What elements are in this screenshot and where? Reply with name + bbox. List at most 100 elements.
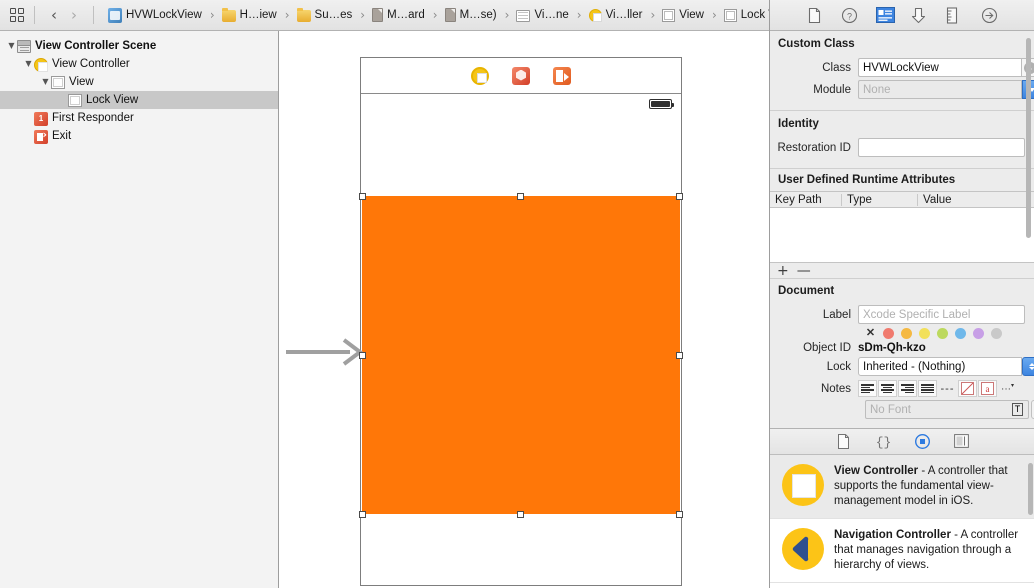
lock-stepper-button[interactable] bbox=[1022, 357, 1034, 376]
breadcrumb-item-2[interactable]: H…iew bbox=[220, 0, 279, 30]
align-right-icon[interactable] bbox=[898, 380, 917, 397]
attributes-inspector-icon[interactable] bbox=[911, 7, 928, 24]
swatch-color-6[interactable] bbox=[973, 328, 984, 339]
media-library-icon[interactable] bbox=[953, 434, 969, 449]
breadcrumb-item-4[interactable]: M…ard bbox=[370, 0, 427, 30]
library-item-2[interactable]: Navigation Controller - A controller tha… bbox=[770, 519, 1034, 583]
resize-handle-bottom-center[interactable] bbox=[517, 511, 524, 518]
library-scrollbar[interactable] bbox=[1028, 463, 1033, 515]
class-input[interactable] bbox=[858, 58, 1021, 77]
outline-item-view-controller[interactable]: ▼ View Controller bbox=[0, 55, 278, 73]
breadcrumb-label: M…ard bbox=[387, 9, 425, 21]
view-controller-icon[interactable] bbox=[471, 66, 489, 85]
resize-handle-middle-left[interactable] bbox=[359, 352, 366, 359]
notes-label: Notes bbox=[820, 382, 851, 395]
swatch-color-5[interactable] bbox=[955, 328, 966, 339]
breadcrumb-item-8[interactable]: View bbox=[660, 0, 706, 30]
breadcrumb-item-6[interactable]: Vi…ne bbox=[514, 0, 570, 30]
runtime-attributes-table[interactable] bbox=[770, 208, 1034, 263]
resize-handle-middle-right[interactable] bbox=[676, 352, 683, 359]
scene-dock[interactable] bbox=[361, 58, 681, 94]
swatch-clear-icon[interactable]: ✕ bbox=[865, 328, 876, 339]
svg-text:a: a bbox=[986, 384, 990, 394]
align-center-icon[interactable] bbox=[878, 380, 897, 397]
lock-select[interactable] bbox=[858, 357, 1034, 377]
document-outline-panel[interactable]: ▼ View Controller Scene ▼ View Controller ▼ V… bbox=[0, 31, 279, 588]
project-icon bbox=[108, 7, 122, 23]
disclosure-triangle-icon[interactable]: ▼ bbox=[23, 132, 34, 140]
class-combo[interactable] bbox=[858, 58, 1034, 77]
align-justify-icon[interactable] bbox=[918, 380, 937, 397]
outline-item-view[interactable]: ▼ View bbox=[0, 73, 278, 91]
object-library-icon[interactable] bbox=[914, 433, 930, 450]
text-color-icon[interactable]: a bbox=[978, 380, 997, 397]
resize-handle-top-right[interactable] bbox=[676, 193, 683, 200]
breadcrumb-label: View bbox=[679, 9, 704, 21]
label-color-swatches[interactable]: ✕ bbox=[770, 328, 1034, 339]
resize-handle-top-center[interactable] bbox=[517, 193, 524, 200]
storyboard-canvas[interactable] bbox=[280, 31, 768, 588]
breadcrumb-item-5[interactable]: M…se) bbox=[443, 0, 499, 30]
add-attribute-button[interactable]: + bbox=[777, 264, 789, 278]
breadcrumb-item-3[interactable]: Su…es bbox=[295, 0, 355, 30]
resize-handle-top-left[interactable] bbox=[359, 193, 366, 200]
breadcrumb-separator: › bbox=[432, 8, 438, 22]
view-controller-scene[interactable] bbox=[286, 57, 683, 586]
restoration-id-input[interactable] bbox=[858, 138, 1025, 157]
first-responder-icon[interactable] bbox=[512, 66, 530, 85]
lock-view[interactable] bbox=[362, 196, 680, 514]
swatch-color-7[interactable] bbox=[991, 328, 1002, 339]
notes-font-input[interactable] bbox=[865, 400, 1029, 419]
storyboard-entry-point-arrow[interactable] bbox=[286, 338, 364, 366]
disclosure-triangle-icon[interactable]: ▼ bbox=[6, 42, 17, 50]
breadcrumb-item-7[interactable]: Vi…ller bbox=[587, 0, 645, 30]
disclosure-triangle-icon[interactable]: ▼ bbox=[40, 78, 51, 86]
breadcrumb-item-1[interactable]: HVWLockView bbox=[106, 0, 204, 30]
divider bbox=[34, 6, 35, 24]
file-inspector-icon[interactable] bbox=[806, 7, 823, 24]
breadcrumb-label: Vi…ller bbox=[605, 9, 643, 21]
outline-item-view-controller-scene[interactable]: ▼ View Controller Scene bbox=[0, 37, 278, 55]
resize-handle-bottom-right[interactable] bbox=[676, 511, 683, 518]
back-button[interactable]: ‹ bbox=[44, 7, 64, 23]
library-toolbar[interactable]: {} bbox=[770, 429, 1034, 455]
swatch-color-2[interactable] bbox=[901, 328, 912, 339]
swatch-color-1[interactable] bbox=[883, 328, 894, 339]
font-panel-icon[interactable]: T bbox=[1008, 401, 1027, 418]
inspector-toolbar[interactable]: ? bbox=[770, 0, 1034, 31]
file-template-library-icon[interactable] bbox=[837, 434, 852, 449]
module-combo[interactable] bbox=[858, 80, 1034, 99]
more-options-icon[interactable]: ···▾ bbox=[998, 380, 1017, 397]
related-items-icon[interactable] bbox=[10, 7, 25, 23]
document-label-input[interactable] bbox=[858, 305, 1025, 324]
outline-item-lock-view[interactable]: ▼ Lock View bbox=[0, 91, 278, 109]
align-left-icon[interactable] bbox=[858, 380, 877, 397]
connections-inspector-icon[interactable] bbox=[981, 7, 998, 24]
quick-help-icon[interactable]: ? bbox=[841, 7, 858, 24]
swatch-color-4[interactable] bbox=[937, 328, 948, 339]
lock-value[interactable] bbox=[858, 357, 1022, 376]
code-snippet-library-icon[interactable]: {} bbox=[875, 434, 891, 450]
swatch-color-3[interactable] bbox=[919, 328, 930, 339]
exit-icon[interactable] bbox=[553, 66, 571, 85]
no-color-icon[interactable] bbox=[958, 380, 977, 397]
disclosure-triangle-icon[interactable]: ▼ bbox=[57, 96, 68, 104]
notes-toolbar[interactable]: --- a ···▾ bbox=[858, 380, 1025, 397]
inspector-content[interactable]: Custom Class Class Module Identity bbox=[770, 31, 1034, 428]
inspector-scrollbar[interactable] bbox=[1026, 38, 1031, 238]
size-inspector-icon[interactable] bbox=[946, 6, 963, 24]
forward-button[interactable]: › bbox=[64, 7, 84, 23]
inspector-panel[interactable]: ? Custom Class Class HVWLockView Module … bbox=[769, 0, 1034, 588]
library-panel[interactable]: {} View Controller - A controller that s… bbox=[770, 428, 1034, 588]
disclosure-triangle-icon[interactable]: ▼ bbox=[23, 114, 34, 122]
module-input[interactable] bbox=[858, 80, 1022, 99]
library-item-1[interactable]: View Controller - A controller that supp… bbox=[770, 455, 1034, 519]
section-title: Document bbox=[778, 285, 835, 297]
remove-attribute-button[interactable]: — bbox=[797, 264, 811, 278]
disclosure-triangle-icon[interactable]: ▼ bbox=[23, 60, 34, 68]
identity-inspector-icon[interactable] bbox=[876, 6, 895, 24]
outline-item-exit[interactable]: ▼ Exit bbox=[0, 127, 278, 145]
outline-item-first-responder[interactable]: ▼ First Responder bbox=[0, 109, 278, 127]
resize-handle-bottom-left[interactable] bbox=[359, 511, 366, 518]
list-icon[interactable]: --- bbox=[938, 380, 957, 397]
